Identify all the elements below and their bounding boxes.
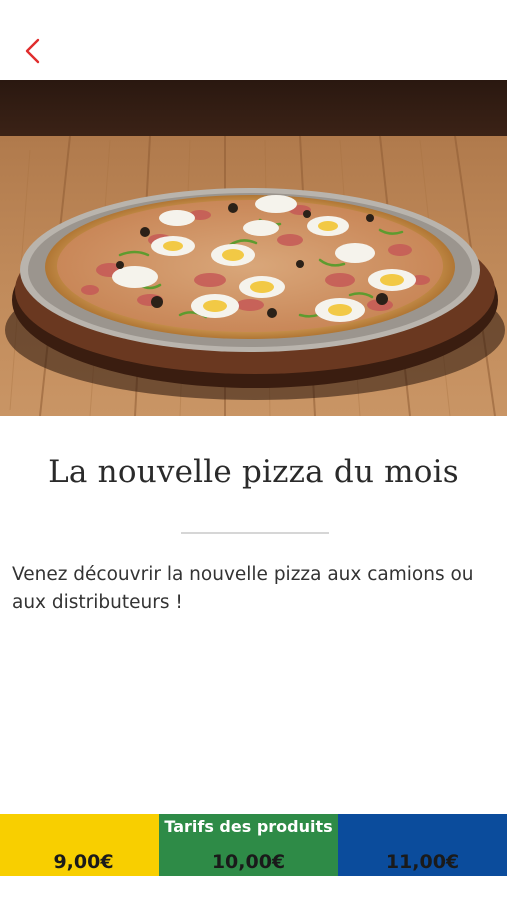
screen: La nouvelle pizza du mois Venez découvri… — [0, 0, 507, 900]
pizza-photo — [0, 80, 507, 416]
divider — [181, 532, 329, 534]
page-title: La nouvelle pizza du mois — [48, 454, 459, 490]
price-value: 11,00€ — [385, 851, 460, 873]
hero-image — [0, 80, 507, 416]
pricing-label: Tarifs des produits — [164, 817, 333, 836]
price-column-large[interactable]: 11,00€ — [338, 814, 507, 876]
description-text: Venez découvrir la nouvelle pizza aux ca… — [12, 564, 474, 613]
chevron-left-icon — [25, 38, 40, 64]
price-value: 10,00€ — [211, 851, 286, 873]
price-value: 9,00€ — [53, 851, 114, 873]
price-column-small[interactable]: 9,00€ — [0, 814, 159, 876]
back-button[interactable] — [18, 34, 48, 68]
price-bar: 9,00€ Tarifs des produits 10,00€ 11,00€ — [0, 814, 507, 876]
price-column-medium[interactable]: Tarifs des produits 10,00€ — [159, 814, 338, 876]
